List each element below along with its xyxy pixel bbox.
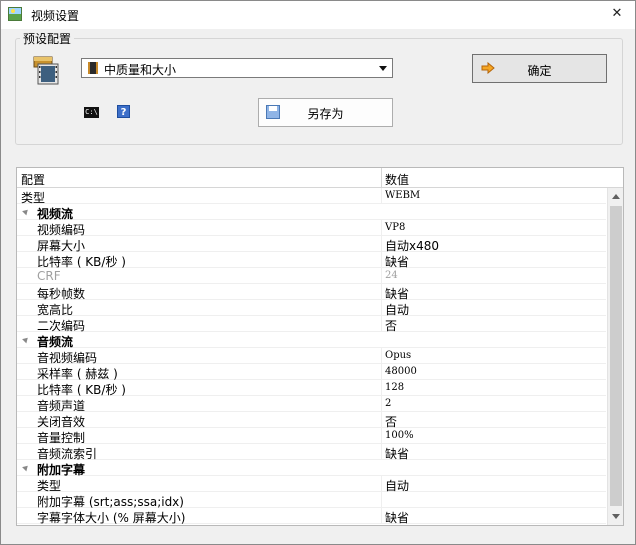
cell-divider [381,396,382,412]
property-value[interactable]: 2 [385,398,391,409]
scroll-up-button[interactable] [609,189,623,205]
category-row[interactable]: 视频流 [17,204,606,221]
ok-button[interactable]: 确定 [472,54,607,83]
property-row[interactable]: 附加字幕 (srt;ass;ssa;idx) [17,492,606,509]
save-as-button-label: 另存为 [307,107,344,121]
scroll-thumb[interactable] [610,206,622,506]
property-row[interactable]: 比特率 ( KB/秒 ) 128 [17,380,606,397]
property-value[interactable]: 缺省 [385,509,409,525]
property-grid: 配置 数值 类型 WEBM 视频流 视频编码 VP8 屏幕大小 自动x480 比特率 ( KB… [16,167,624,526]
property-value[interactable]: 24 [385,270,398,281]
column-header-name: 配置 [21,173,46,187]
cell-divider [381,348,382,364]
help-icon[interactable]: ? [117,105,130,118]
property-row[interactable]: 字幕字体大小 (% 屏幕大小) 缺省 [17,508,606,525]
cell-divider [381,236,382,252]
cell-divider [381,380,382,396]
app-icon [8,7,22,21]
property-row[interactable]: 每秒帧数 缺省 [17,284,606,301]
property-value[interactable]: WEBM [385,190,420,201]
cell-divider [381,268,382,284]
window-title: 视频设置 [31,9,80,23]
title-bar: 视频设置 ✕ [1,1,635,29]
property-row[interactable]: 类型 WEBM [17,188,606,205]
cell-divider [381,364,382,380]
cell-divider [381,508,382,524]
property-row[interactable]: 关闭音效否 [17,412,606,429]
property-rows: 类型 WEBM 视频流 视频编码 VP8 屏幕大小 自动x480 比特率 ( KB/秒 ) 缺省… [17,188,606,525]
property-row[interactable]: 音量控制 100% [17,428,606,445]
collapse-icon[interactable] [22,463,30,472]
property-value[interactable]: VP8 [385,222,405,233]
cell-divider [381,428,382,444]
property-value[interactable]: 100% [385,430,414,441]
cell-divider [381,476,382,492]
property-row[interactable]: 音频声道 2 [17,396,606,413]
grid-header: 配置 数值 [17,168,623,188]
collapse-icon[interactable] [22,207,30,216]
property-row[interactable]: CRF 24 [17,268,606,284]
ok-button-label: 确定 [527,64,552,78]
cell-divider [381,412,382,428]
property-value[interactable]: 128 [385,382,404,393]
save-as-button[interactable]: 另存为 [258,98,393,127]
preset-dropdown[interactable]: 中质量和大小 [81,58,393,78]
property-name: 字幕字体大小 (% 屏幕大小) [37,511,186,525]
chevron-down-icon [379,66,387,71]
cell-divider [381,300,382,316]
preset-selected-value: 中质量和大小 [104,63,177,77]
collapse-icon[interactable] [22,335,30,344]
category-row[interactable]: 音频流 [17,332,606,349]
property-row[interactable]: 二次编码否 [17,316,606,333]
cell-divider [381,316,382,332]
category-row[interactable]: 附加字幕 [17,460,606,477]
property-value[interactable]: Opus [385,350,411,361]
property-row[interactable]: 音频流索引 缺省 [17,444,606,461]
property-row[interactable]: 类型 自动 [17,476,606,493]
preset-group-label: 预设配置 [20,30,75,47]
vertical-scrollbar[interactable] [607,188,623,525]
cell-divider [381,188,382,204]
property-row[interactable]: 比特率 ( KB/秒 ) 缺省 [17,252,606,269]
property-row[interactable]: 视频编码 VP8 [17,220,606,237]
property-row[interactable]: 音视频编码 Opus [17,348,606,365]
column-divider[interactable] [381,168,382,187]
scroll-down-button[interactable] [609,508,623,524]
film-strip-icon [88,62,98,74]
property-row[interactable]: 屏幕大小 自动x480 [17,236,606,253]
cell-divider [381,220,382,236]
cell-divider [381,444,382,460]
film-icon [33,56,59,85]
property-row[interactable]: 宽高比 自动 [17,300,606,317]
property-name: CRF [37,269,61,283]
cell-divider [381,284,382,300]
column-header-value: 数值 [385,173,410,187]
property-value[interactable]: 48000 [385,366,417,377]
close-button[interactable]: ✕ [607,4,627,24]
property-row[interactable]: 采样率 ( 赫兹 ) 48000 [17,364,606,381]
cell-divider [381,252,382,268]
command-line-icon[interactable]: C:\ [84,107,99,118]
cell-divider [381,492,382,508]
